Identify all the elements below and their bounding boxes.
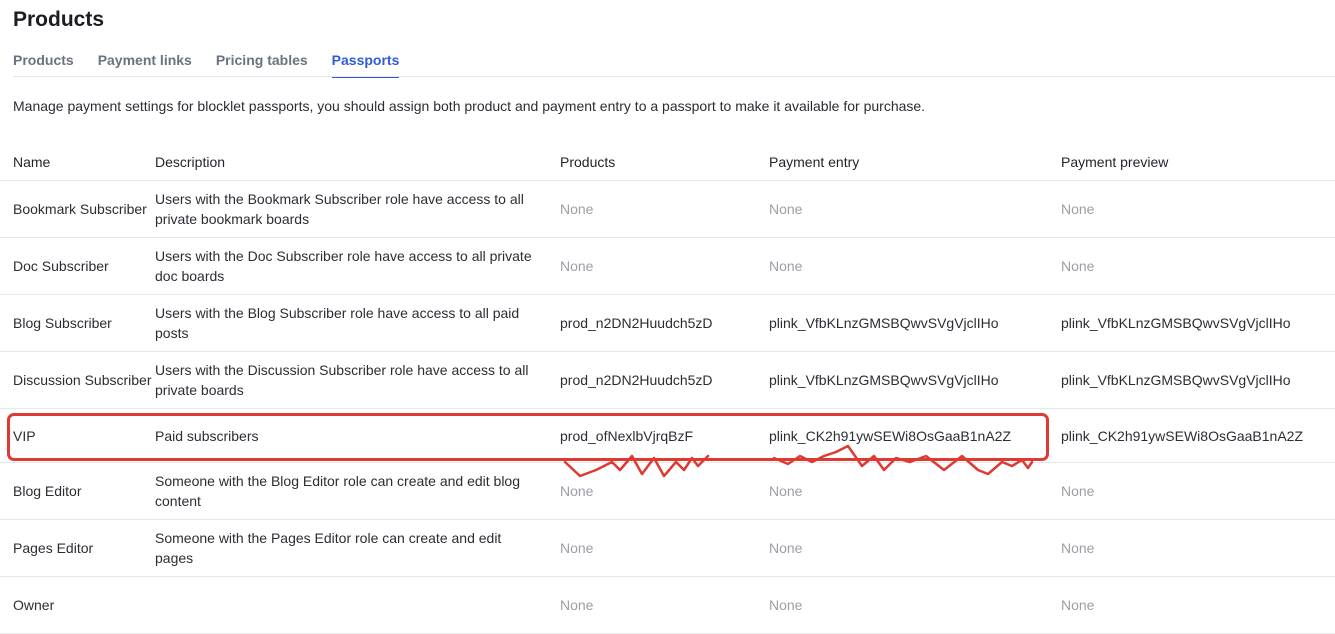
table-row[interactable]: Bookmark Subscriber Users with the Bookm… xyxy=(0,180,1335,238)
cell-description: Paid subscribers xyxy=(155,408,560,463)
cell-payment-preview: plink_VfbKLnzGMSBQwvSVgVjclIHo xyxy=(1061,351,1335,409)
column-header-name[interactable]: Name xyxy=(0,143,155,181)
cell-name: Blog Editor xyxy=(0,462,155,520)
cell-products: prod_ofNexlbVjrqBzF xyxy=(560,408,769,463)
tab-payment-links[interactable]: Payment links xyxy=(98,52,192,78)
cell-payment-entry: None xyxy=(769,576,1061,634)
cell-name: Doc Subscriber xyxy=(0,237,155,295)
cell-products: prod_n2DN2Huudch5zD xyxy=(560,351,769,409)
passports-table: Name Description Products Payment entry … xyxy=(0,143,1335,634)
cell-products: None xyxy=(560,462,769,520)
cell-description: Someone with the Blog Editor role can cr… xyxy=(155,462,560,520)
table-header-row: Name Description Products Payment entry … xyxy=(0,143,1335,181)
cell-payment-preview: None xyxy=(1061,237,1335,295)
table-row[interactable]: VIP Paid subscribers prod_ofNexlbVjrqBzF… xyxy=(0,408,1335,463)
column-header-payment-preview[interactable]: Payment preview xyxy=(1061,143,1335,181)
cell-products: None xyxy=(560,180,769,238)
cell-products: None xyxy=(560,519,769,577)
table-row[interactable]: Blog Subscriber Users with the Blog Subs… xyxy=(0,294,1335,352)
intro-text: Manage payment settings for blocklet pas… xyxy=(13,98,926,114)
column-header-payment-entry[interactable]: Payment entry xyxy=(769,143,1061,181)
column-header-description[interactable]: Description xyxy=(155,143,560,181)
cell-name: Discussion Subscriber xyxy=(0,351,155,409)
column-header-products[interactable]: Products xyxy=(560,143,769,181)
cell-products: None xyxy=(560,237,769,295)
cell-description xyxy=(155,576,560,634)
cell-name: Owner xyxy=(0,576,155,634)
cell-description: Users with the Bookmark Subscriber role … xyxy=(155,180,560,238)
cell-payment-preview: plink_VfbKLnzGMSBQwvSVgVjclIHo xyxy=(1061,294,1335,352)
tab-bar: Products Payment links Pricing tables Pa… xyxy=(13,52,423,78)
table-row[interactable]: Blog Editor Someone with the Blog Editor… xyxy=(0,462,1335,520)
tabs-divider xyxy=(13,76,1335,77)
cell-description: Users with the Discussion Subscriber rol… xyxy=(155,351,560,409)
cell-products: prod_n2DN2Huudch5zD xyxy=(560,294,769,352)
cell-payment-entry: plink_VfbKLnzGMSBQwvSVgVjclIHo xyxy=(769,294,1061,352)
page-title: Products xyxy=(13,8,105,31)
cell-payment-entry: None xyxy=(769,462,1061,520)
table-row[interactable]: Pages Editor Someone with the Pages Edit… xyxy=(0,519,1335,577)
cell-payment-entry: plink_CK2h91ywSEWi8OsGaaB1nA2Z xyxy=(769,408,1061,463)
cell-payment-preview: None xyxy=(1061,462,1335,520)
cell-name: Blog Subscriber xyxy=(0,294,155,352)
cell-payment-preview: None xyxy=(1061,180,1335,238)
cell-name: Bookmark Subscriber xyxy=(0,180,155,238)
table-row[interactable]: Doc Subscriber Users with the Doc Subscr… xyxy=(0,237,1335,295)
cell-products: None xyxy=(560,576,769,634)
tab-passports[interactable]: Passports xyxy=(331,52,400,78)
table-row[interactable]: Discussion Subscriber Users with the Dis… xyxy=(0,351,1335,409)
tab-pricing-tables[interactable]: Pricing tables xyxy=(216,52,308,78)
cell-payment-entry: plink_VfbKLnzGMSBQwvSVgVjclIHo xyxy=(769,351,1061,409)
cell-payment-preview: plink_CK2h91ywSEWi8OsGaaB1nA2Z xyxy=(1061,408,1335,463)
cell-name: Pages Editor xyxy=(0,519,155,577)
cell-name: VIP xyxy=(0,408,155,463)
cell-payment-preview: None xyxy=(1061,519,1335,577)
cell-payment-entry: None xyxy=(769,237,1061,295)
cell-description: Users with the Blog Subscriber role have… xyxy=(155,294,560,352)
cell-payment-preview: None xyxy=(1061,576,1335,634)
table-row[interactable]: Owner None None None xyxy=(0,576,1335,634)
cell-payment-entry: None xyxy=(769,180,1061,238)
cell-description: Someone with the Pages Editor role can c… xyxy=(155,519,560,577)
cell-description: Users with the Doc Subscriber role have … xyxy=(155,237,560,295)
tab-products[interactable]: Products xyxy=(13,52,74,78)
cell-payment-entry: None xyxy=(769,519,1061,577)
